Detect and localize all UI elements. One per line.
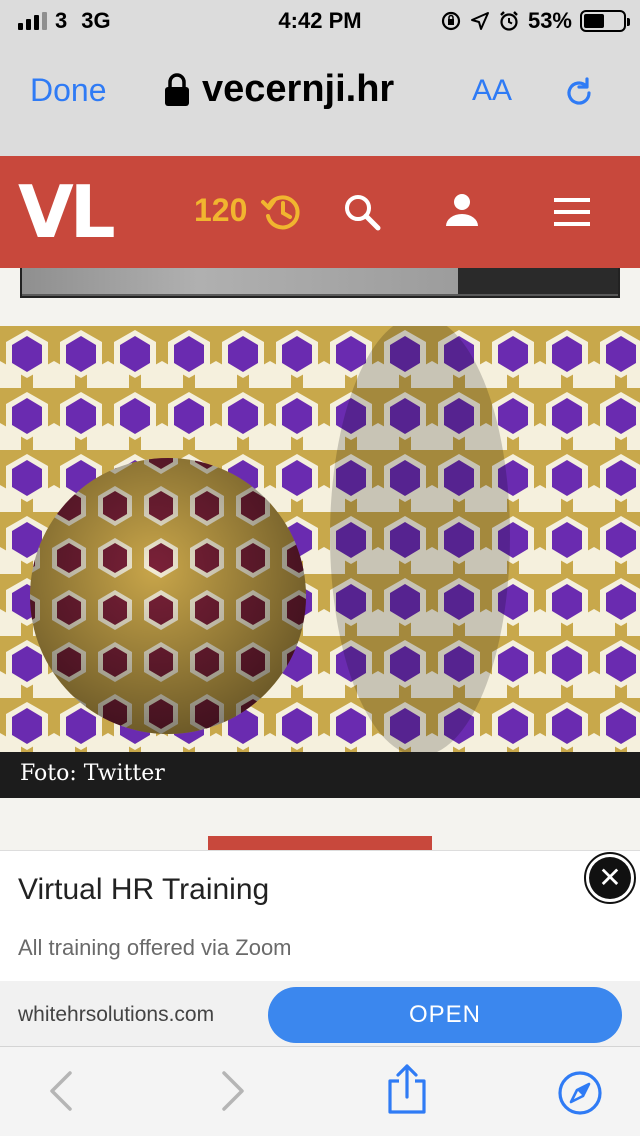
browser-address-bar: Done vecernji.hr AA xyxy=(0,40,640,156)
section-banner xyxy=(208,836,432,850)
status-bar: 3 3G 4:42 PM 53% xyxy=(0,0,640,40)
article-photo[interactable] xyxy=(0,326,640,752)
orientation-lock-icon xyxy=(441,11,461,31)
search-icon[interactable] xyxy=(342,192,382,232)
browser-toolbar xyxy=(0,1046,640,1136)
site-domain: vecernji.hr xyxy=(202,68,395,110)
location-icon xyxy=(470,12,489,30)
ad-open-button[interactable]: OPEN xyxy=(268,987,622,1043)
ad-title[interactable]: Virtual HR Training xyxy=(18,873,269,907)
text-size-label: AA xyxy=(472,74,513,107)
text-size-button[interactable]: AA xyxy=(472,74,512,108)
ad-url: whitehrsolutions.com xyxy=(18,1003,215,1026)
history-count[interactable]: 120 xyxy=(194,192,247,229)
battery-icon xyxy=(580,10,630,32)
previous-article-image[interactable] xyxy=(20,268,620,298)
battery-percent: 53% xyxy=(527,8,572,33)
menu-icon[interactable] xyxy=(552,196,592,228)
ad-footer: whitehrsolutions.com OPEN xyxy=(0,981,640,1047)
lock-icon xyxy=(165,72,189,106)
photo-caption: Foto: Twitter xyxy=(0,752,640,798)
ad-banner[interactable]: Virtual HR Training All training offered… xyxy=(0,850,640,1047)
alarm-icon xyxy=(500,11,518,31)
user-icon[interactable] xyxy=(444,192,480,228)
reload-icon[interactable] xyxy=(562,76,596,110)
share-icon[interactable] xyxy=(386,1063,428,1115)
done-button[interactable]: Done xyxy=(30,72,107,109)
back-icon[interactable] xyxy=(46,1069,76,1113)
site-logo[interactable]: VL xyxy=(18,174,116,250)
site-header: VL 120 xyxy=(0,156,640,268)
forward-icon[interactable] xyxy=(218,1069,248,1113)
compass-icon[interactable] xyxy=(556,1069,604,1117)
ad-subtitle: All training offered via Zoom xyxy=(18,935,292,960)
close-icon: ✕ xyxy=(589,857,631,899)
ad-close-button[interactable]: ✕ xyxy=(584,852,636,904)
optical-illusion-image xyxy=(0,326,640,752)
history-icon[interactable] xyxy=(260,190,304,234)
address-field[interactable]: vecernji.hr xyxy=(164,68,394,111)
